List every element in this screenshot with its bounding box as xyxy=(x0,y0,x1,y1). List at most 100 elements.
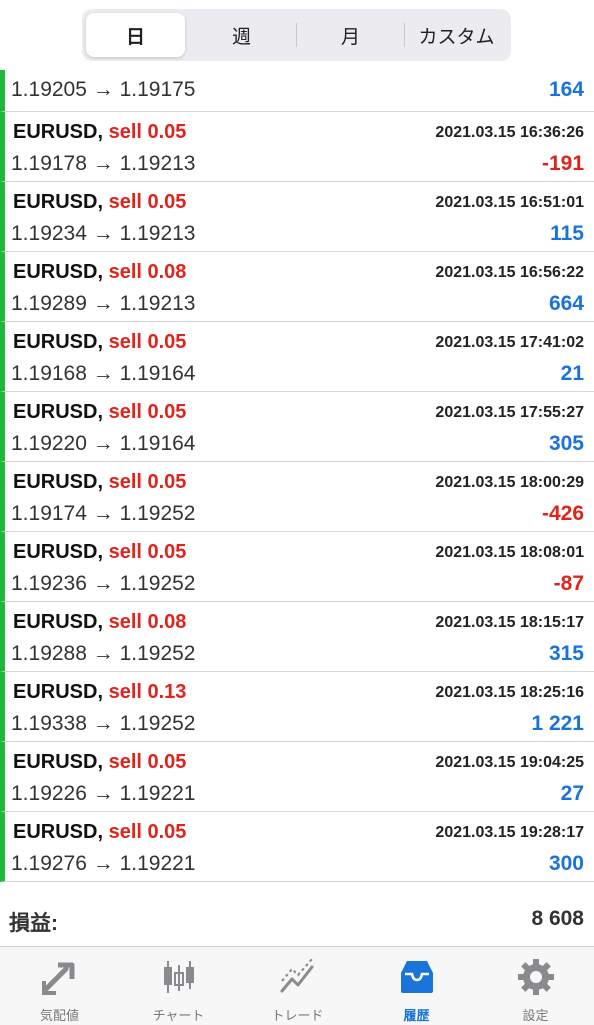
history-list: 1.19205 → 1.19175 164 EURUSD, sell 0.05 2… xyxy=(0,70,594,882)
profit-value: 1 221 xyxy=(531,712,584,735)
history-icon xyxy=(401,961,433,993)
trade-title: EURUSD, sell 0.08 xyxy=(13,261,186,284)
order-side: sell 0.05 xyxy=(108,821,187,843)
tab-label: 気配値 xyxy=(39,1008,79,1023)
profit-value: -191 xyxy=(541,152,584,175)
profit-value: 21 xyxy=(560,362,584,385)
trade-icon xyxy=(280,958,314,993)
trade-time: 2021.03.15 19:28:17 xyxy=(435,824,584,841)
price-range: 1.19234 → 1.19213 xyxy=(11,222,196,245)
order-side: sell 0.05 xyxy=(108,751,187,773)
symbol-label: EURUSD, xyxy=(13,191,104,213)
price-range: 1.19236 → 1.19252 xyxy=(11,572,196,595)
list-item[interactable]: EURUSD, sell 0.08 2021.03.15 16:56:22 1.19… xyxy=(0,252,594,322)
trade-title: EURUSD, sell 0.05 xyxy=(13,541,186,564)
profit-value: 664 xyxy=(548,292,584,315)
profit-value: -426 xyxy=(541,502,584,525)
trade-title: EURUSD, sell 0.08 xyxy=(13,611,186,634)
price-range: 1.19174 → 1.19252 xyxy=(11,502,196,525)
segment-month[interactable]: 月 xyxy=(298,13,403,57)
tab-chart[interactable]: チャート xyxy=(119,947,238,1025)
trade-time: 2021.03.15 17:55:27 xyxy=(435,404,584,421)
chart-icon xyxy=(164,961,194,993)
list-item[interactable]: 1.19205 → 1.19175 164 xyxy=(0,70,594,112)
list-item[interactable]: EURUSD, sell 0.05 2021.03.15 18:08:01 1.19… xyxy=(0,532,594,602)
list-item[interactable]: EURUSD, sell 0.05 2021.03.15 17:55:27 1.19… xyxy=(0,392,594,462)
symbol-label: EURUSD, xyxy=(13,331,104,353)
price-range: 1.19205 → 1.19175 xyxy=(11,78,196,101)
segment-divider xyxy=(404,23,405,47)
profit-value: -87 xyxy=(553,572,584,595)
period-selector-bar: 日 週 月 カスタム xyxy=(0,0,594,70)
order-side: sell 0.05 xyxy=(108,191,187,213)
trade-time: 2021.03.15 17:41:02 xyxy=(435,334,584,351)
trade-title: EURUSD, sell 0.13 xyxy=(13,681,186,704)
tab-settings[interactable]: 設定 xyxy=(476,947,594,1025)
period-segmented-control: 日 週 月 カスタム xyxy=(82,9,511,61)
symbol-label: EURUSD, xyxy=(13,821,104,843)
trade-title: EURUSD, sell 0.05 xyxy=(13,471,186,494)
bottom-tab-bar: 気配値 チャート トレード 履歴 設定 xyxy=(0,946,594,1025)
symbol-label: EURUSD, xyxy=(13,471,104,493)
segment-divider xyxy=(296,23,297,47)
segment-week[interactable]: 週 xyxy=(189,13,294,57)
order-side: sell 0.05 xyxy=(108,121,187,143)
profit-value: 300 xyxy=(548,852,584,875)
symbol-label: EURUSD, xyxy=(13,541,104,563)
price-range: 1.19226 → 1.19221 xyxy=(11,782,196,805)
profit-value: 315 xyxy=(548,642,584,665)
list-item[interactable]: EURUSD, sell 0.05 2021.03.15 17:41:02 1.19… xyxy=(0,322,594,392)
trade-time: 2021.03.15 16:51:01 xyxy=(435,194,584,211)
list-item[interactable]: EURUSD, sell 0.13 2021.03.15 18:25:16 1.19… xyxy=(0,672,594,742)
trade-time: 2021.03.15 18:08:01 xyxy=(435,544,584,561)
tab-quotes[interactable]: 気配値 xyxy=(0,947,119,1025)
segment-day[interactable]: 日 xyxy=(86,13,185,57)
tab-label: チャート xyxy=(152,1008,205,1023)
settings-icon xyxy=(518,959,554,995)
order-side: sell 0.08 xyxy=(108,261,187,283)
order-side: sell 0.05 xyxy=(108,331,187,353)
list-item[interactable]: EURUSD, sell 0.05 2021.03.15 19:04:25 1.19… xyxy=(0,742,594,812)
summary-section: 損益: 8 608 xyxy=(0,895,594,947)
profit-total: 8 608 xyxy=(531,907,584,930)
symbol-label: EURUSD, xyxy=(13,681,104,703)
profit-label: 損益: xyxy=(9,912,58,935)
trade-time: 2021.03.15 16:56:22 xyxy=(435,264,584,281)
symbol-label: EURUSD, xyxy=(13,751,104,773)
price-range: 1.19168 → 1.19164 xyxy=(11,362,196,385)
trade-title: EURUSD, sell 0.05 xyxy=(13,121,186,144)
trade-title: EURUSD, sell 0.05 xyxy=(13,331,186,354)
tab-label: 履歴 xyxy=(403,1008,430,1023)
price-range: 1.19338 → 1.19252 xyxy=(11,712,196,735)
trade-title: EURUSD, sell 0.05 xyxy=(13,751,186,774)
symbol-label: EURUSD, xyxy=(13,611,104,633)
tab-trade[interactable]: トレード xyxy=(238,947,357,1025)
list-item[interactable]: EURUSD, sell 0.05 2021.03.15 18:00:29 1.19… xyxy=(0,462,594,532)
order-side: sell 0.13 xyxy=(108,681,187,703)
list-item[interactable]: EURUSD, sell 0.05 2021.03.15 19:28:17 1.19… xyxy=(0,812,594,882)
trade-title: EURUSD, sell 0.05 xyxy=(13,821,186,844)
quotes-icon xyxy=(42,962,75,995)
price-range: 1.19178 → 1.19213 xyxy=(11,152,196,175)
tab-label: 設定 xyxy=(522,1008,549,1023)
trade-time: 2021.03.15 16:36:26 xyxy=(435,124,584,141)
price-range: 1.19220 → 1.19164 xyxy=(11,432,196,455)
symbol-label: EURUSD, xyxy=(13,401,104,423)
segment-custom[interactable]: カスタム xyxy=(406,13,507,57)
list-item[interactable]: EURUSD, sell 0.08 2021.03.15 18:15:17 1.19… xyxy=(0,602,594,672)
order-side: sell 0.05 xyxy=(108,471,187,493)
trade-time: 2021.03.15 18:15:17 xyxy=(435,614,584,631)
symbol-label: EURUSD, xyxy=(13,121,104,143)
profit-value: 27 xyxy=(560,782,584,805)
trade-time: 2021.03.15 18:00:29 xyxy=(435,474,584,491)
list-item[interactable]: EURUSD, sell 0.05 2021.03.15 16:36:26 1.19… xyxy=(0,112,594,182)
order-side: sell 0.05 xyxy=(108,541,187,563)
list-item[interactable]: EURUSD, sell 0.05 2021.03.15 16:51:01 1.19… xyxy=(0,182,594,252)
order-side: sell 0.05 xyxy=(108,401,187,423)
order-side: sell 0.08 xyxy=(108,611,187,633)
tab-history[interactable]: 履歴 xyxy=(357,947,476,1025)
trade-time: 2021.03.15 19:04:25 xyxy=(435,754,584,771)
price-range: 1.19276 → 1.19221 xyxy=(11,852,196,875)
price-range: 1.19288 → 1.19252 xyxy=(11,642,196,665)
tab-label: トレード xyxy=(271,1008,324,1023)
